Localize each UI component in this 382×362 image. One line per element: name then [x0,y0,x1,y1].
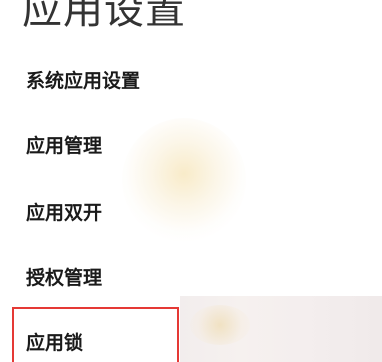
blurred-overlay-bottom-blob [190,305,250,345]
menu-item-system-app-settings[interactable]: 系统应用设置 [26,69,140,93]
menu-item-app-twin[interactable]: 应用双开 [26,201,102,225]
menu-item-app-management[interactable]: 应用管理 [26,134,102,158]
page-title: 应用设置 [22,0,186,33]
blurred-overlay [122,118,246,242]
menu-item-app-lock-label: 应用锁 [26,332,84,354]
menu-item-permission-management[interactable]: 授权管理 [26,266,102,290]
menu-item-app-lock[interactable]: 应用锁 [12,307,179,362]
